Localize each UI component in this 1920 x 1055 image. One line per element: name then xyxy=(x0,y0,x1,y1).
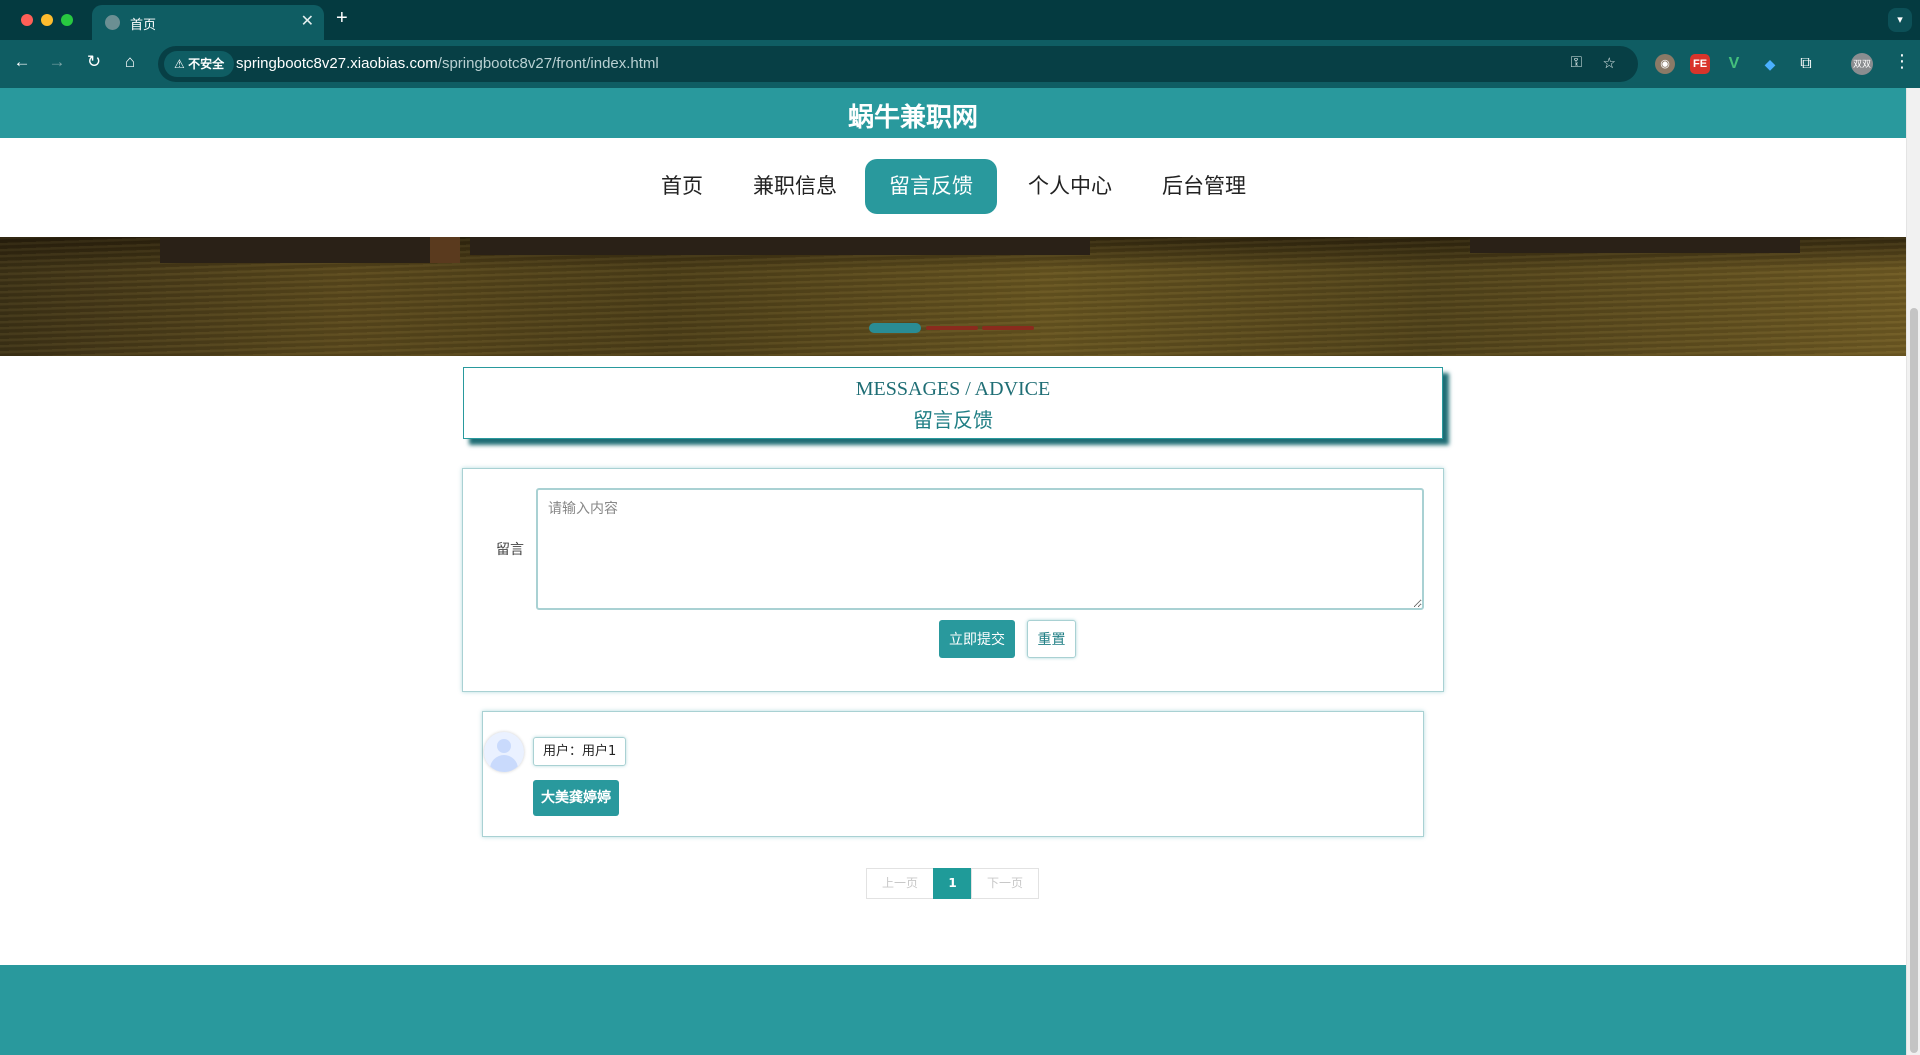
carousel-indicator-active[interactable] xyxy=(869,323,921,333)
key-icon[interactable]: ⚿ xyxy=(1571,54,1582,71)
extension-avatar-icon[interactable]: ◉ xyxy=(1655,54,1675,74)
message-field-label: 留言 xyxy=(496,542,524,558)
nav-item-personal-center[interactable]: 个人中心 xyxy=(1023,159,1117,214)
extension-fe-icon[interactable]: FE xyxy=(1690,54,1710,74)
url-text[interactable]: springbootc8v27.xiaobias.com/springbootc… xyxy=(236,55,659,72)
browser-toolbar: ← → ↻ ⌂ ⚠ 不安全 springbootc8v27.xiaobias.c… xyxy=(0,40,1920,88)
back-icon[interactable]: ← xyxy=(10,52,34,72)
nav-item-jobs[interactable]: 兼职信息 xyxy=(748,159,842,214)
globe-icon xyxy=(105,15,120,30)
avatar xyxy=(484,732,524,772)
prev-page-button[interactable]: 上一页 xyxy=(866,868,934,899)
star-icon[interactable]: ☆ xyxy=(1603,54,1616,72)
security-label: 不安全 xyxy=(188,57,225,71)
main-nav: 首页 兼职信息 留言反馈 个人中心 后台管理 xyxy=(0,138,1906,237)
browser-tab-bar: 首页 ✕ + ▾ xyxy=(0,0,1920,40)
extension-diamond-icon[interactable]: ◆ xyxy=(1760,54,1780,74)
message-list-item: 用户：用户1 大美龚婷婷 xyxy=(482,711,1424,837)
screen: 首页 ✕ + ▾ ← → ↻ ⌂ ⚠ 不安全 springbootc8v27.x… xyxy=(0,0,1920,1055)
page-number-button[interactable]: 1 xyxy=(933,868,972,899)
user-icon xyxy=(497,739,511,753)
site-header: 蜗牛兼职网 xyxy=(0,88,1906,138)
home-icon[interactable]: ⌂ xyxy=(118,52,142,72)
tab-title: 首页 xyxy=(130,17,157,32)
banner-carousel[interactable] xyxy=(0,237,1906,356)
address-bar[interactable]: ⚠ 不安全 springbootc8v27.xiaobias.com/sprin… xyxy=(158,46,1638,82)
carousel-indicator[interactable] xyxy=(982,326,1034,330)
reset-button[interactable]: 重置 xyxy=(1027,620,1076,658)
section-title: MESSAGES / ADVICE 留言反馈 xyxy=(463,367,1443,439)
url-host: springbootc8v27.xiaobias.com xyxy=(236,55,438,72)
message-content: 大美龚婷婷 xyxy=(533,780,619,816)
nav-item-admin[interactable]: 后台管理 xyxy=(1157,159,1251,214)
scrollbar-thumb[interactable] xyxy=(1910,308,1918,1053)
nav-item-home[interactable]: 首页 xyxy=(652,159,712,214)
user-body-icon xyxy=(490,755,518,772)
security-indicator[interactable]: ⚠ 不安全 xyxy=(164,51,235,77)
message-form: 留言 立即提交 重置 xyxy=(462,468,1444,692)
extension-vue-icon[interactable]: V xyxy=(1724,54,1744,74)
page-viewport: 蜗牛兼职网 首页 兼职信息 留言反馈 个人中心 后台管理 MESSAGES / … xyxy=(0,88,1906,1055)
site-title: 蜗牛兼职网 xyxy=(847,103,978,133)
section-title-cn: 留言反馈 xyxy=(913,408,993,432)
menu-icon[interactable]: ⋮ xyxy=(1893,51,1911,72)
forward-icon[interactable]: → xyxy=(45,52,69,72)
carousel-indicator[interactable] xyxy=(926,326,978,330)
banner-shadow xyxy=(1470,237,1800,253)
reload-icon[interactable]: ↻ xyxy=(82,52,106,72)
section-title-en: MESSAGES / ADVICE xyxy=(855,378,1051,400)
new-tab-button[interactable]: + xyxy=(336,7,348,30)
maximize-window-button[interactable] xyxy=(61,14,73,26)
profile-avatar[interactable]: 双双 xyxy=(1851,53,1873,75)
banner-shadow xyxy=(430,237,460,263)
banner-shadow xyxy=(160,237,430,263)
close-tab-icon[interactable]: ✕ xyxy=(301,11,314,31)
message-username: 用户：用户1 xyxy=(533,737,627,766)
close-window-button[interactable] xyxy=(21,14,33,26)
url-path: /springbootc8v27/front/index.html xyxy=(437,55,659,72)
site-footer xyxy=(0,965,1906,1055)
minimize-window-button[interactable] xyxy=(41,14,53,26)
banner-shadow xyxy=(470,237,1090,255)
message-input[interactable] xyxy=(536,488,1424,610)
tab-search-chevron-icon[interactable]: ▾ xyxy=(1888,8,1912,32)
submit-button[interactable]: 立即提交 xyxy=(939,620,1015,658)
nav-item-feedback[interactable]: 留言反馈 xyxy=(865,159,997,214)
browser-tab[interactable]: 首页 ✕ xyxy=(92,5,324,40)
next-page-button[interactable]: 下一页 xyxy=(971,868,1039,899)
page-scrollbar[interactable] xyxy=(1906,88,1920,1055)
extensions-icon[interactable]: ⧉ xyxy=(1796,54,1816,74)
